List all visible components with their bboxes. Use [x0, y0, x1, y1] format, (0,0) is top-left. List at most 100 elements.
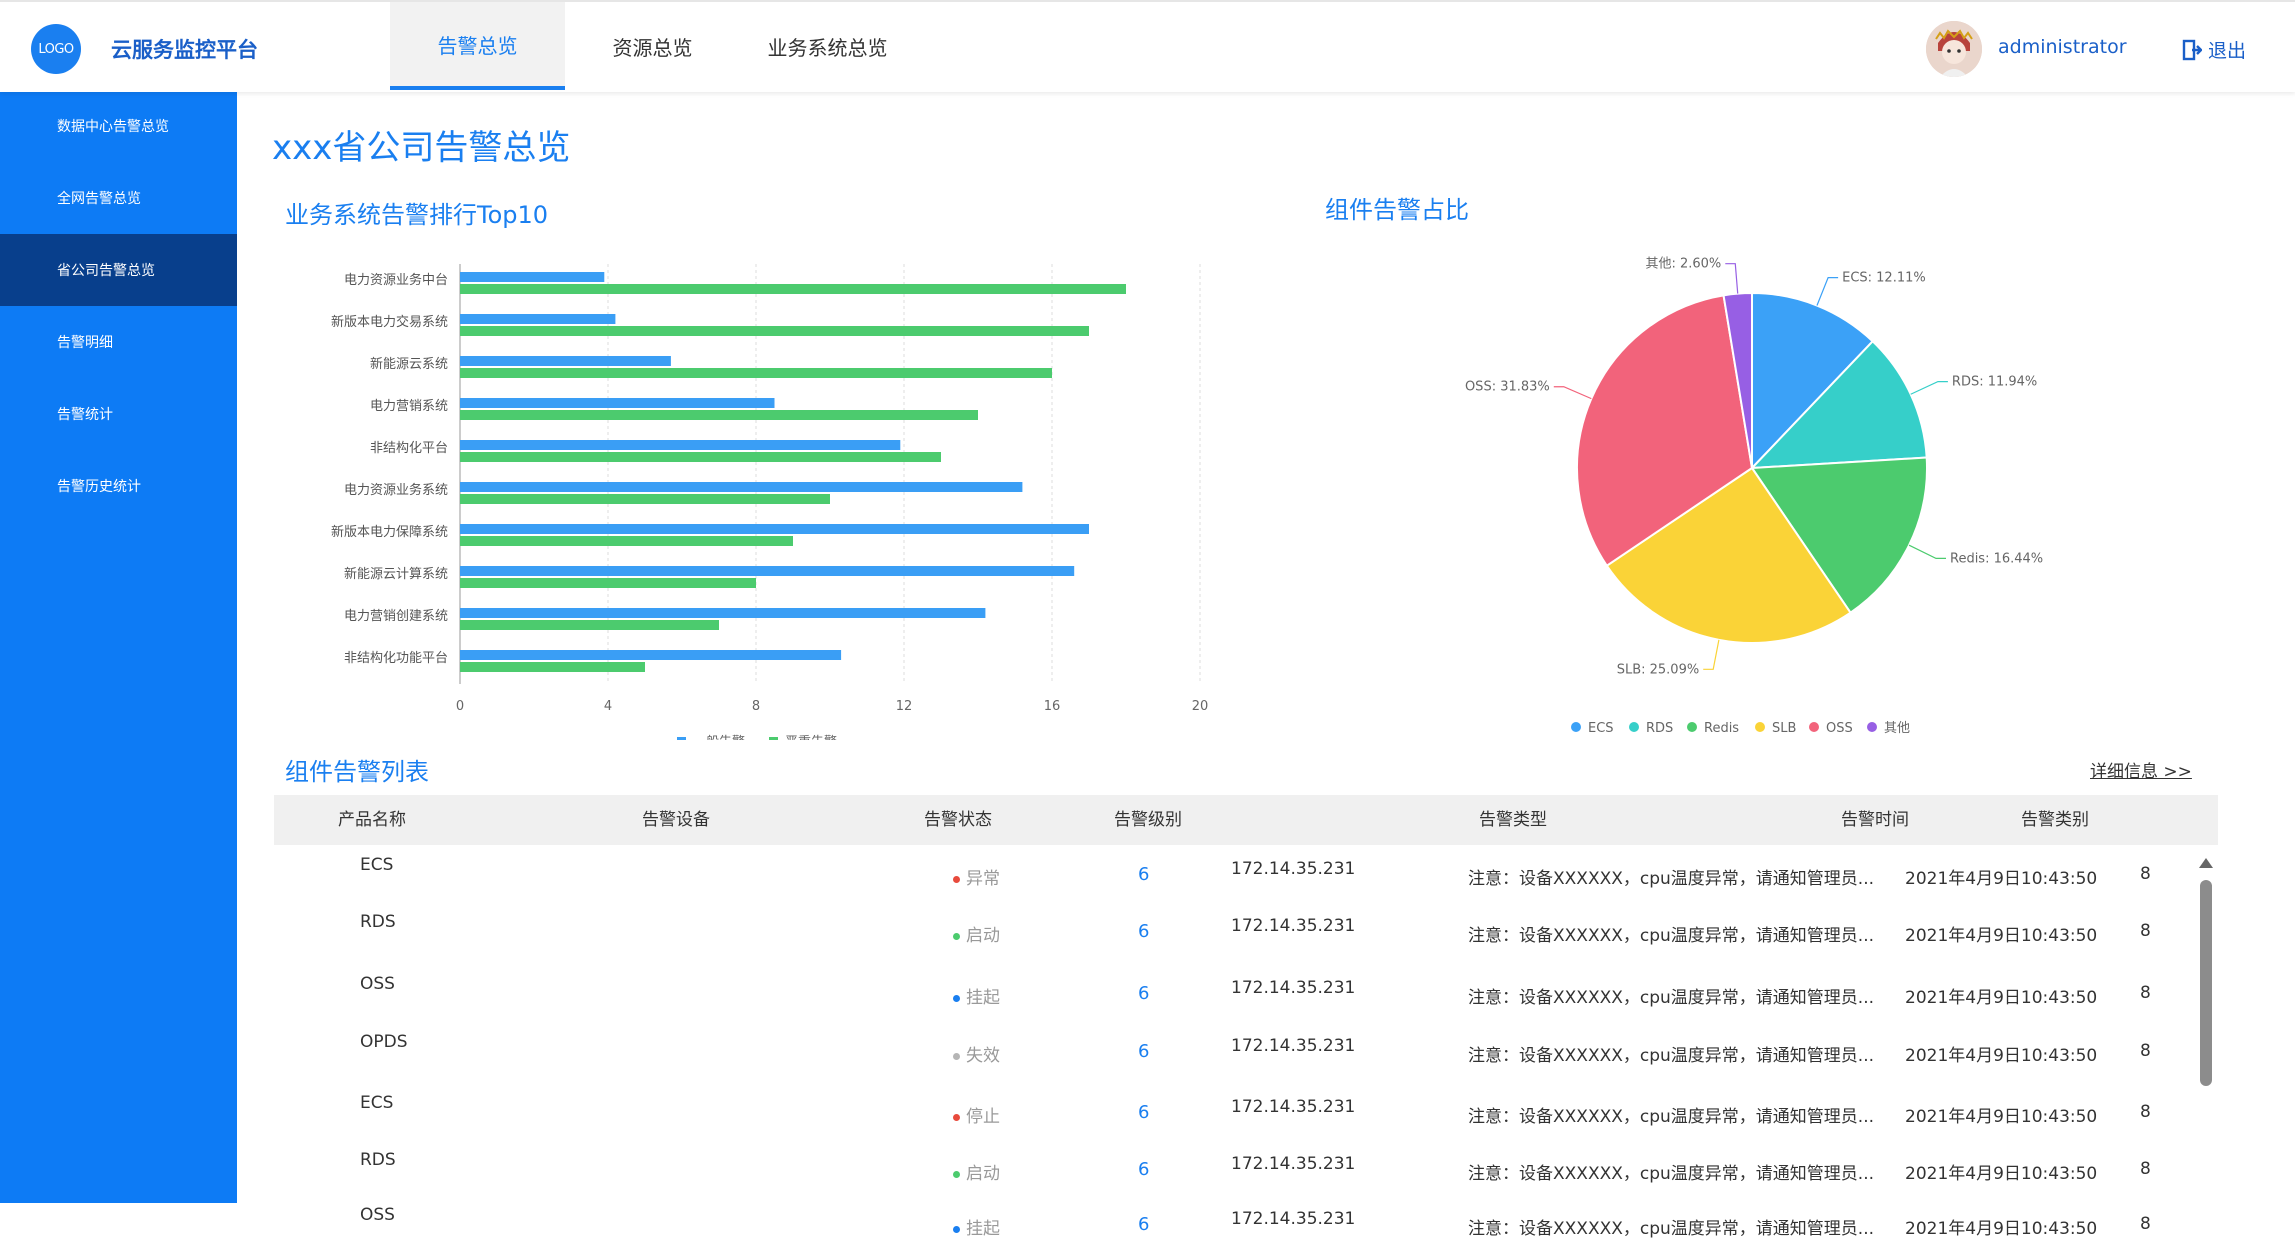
level-cell[interactable]: 6: [1138, 1159, 1149, 1180]
status-text: 启动: [966, 926, 1000, 946]
table-header: 产品名称 告警设备 告警状态 告警级别 告警类型 告警时间 告警类别: [274, 795, 2218, 845]
x-tick-label: 0: [456, 699, 464, 714]
tab-business-overview[interactable]: 业务系统总览: [740, 2, 915, 90]
category-label: 非结构化平台: [370, 441, 448, 456]
status-cell: 启动: [953, 921, 1000, 946]
sidebar-item-alarm-history[interactable]: 告警历史统计: [0, 450, 237, 522]
avatar[interactable]: [1926, 21, 1982, 77]
level-cell[interactable]: 6: [1138, 921, 1149, 942]
ip-cell: 172.14.35.231: [1231, 1097, 1356, 1117]
col-alarm-device[interactable]: 告警设备: [642, 795, 710, 845]
x-tick-label: 12: [896, 699, 913, 714]
alarm-list-title: 组件告警列表: [285, 758, 429, 786]
legend-label[interactable]: 严重告警: [785, 734, 837, 740]
legend-label[interactable]: Redis: [1704, 721, 1739, 736]
legend-label[interactable]: 一般告警: [693, 734, 745, 740]
x-tick-label: 4: [604, 699, 612, 714]
logout-label: 退出: [2208, 40, 2247, 62]
alarm-type-cell: 注意：设备XXXXXX，cpu温度异常，请通知管理员...: [1468, 926, 1874, 946]
legend-label[interactable]: 其他: [1884, 721, 1910, 736]
category-label: 电力营销创建系统: [344, 609, 448, 624]
sidebar-item-datacenter-alarms[interactable]: 数据中心告警总览: [0, 90, 237, 162]
col-alarm-category[interactable]: 告警类别: [2021, 795, 2089, 845]
bar-severe[interactable]: [460, 536, 793, 546]
col-alarm-level[interactable]: 告警级别: [1114, 795, 1182, 845]
bar-severe[interactable]: [460, 452, 941, 462]
alarm-type-cell: 注意：设备XXXXXX，cpu温度异常，请通知管理员...: [1468, 988, 1874, 1008]
alarm-time-cell: 2021年4月9日10:43:50: [1905, 869, 2098, 889]
bar-severe[interactable]: [460, 620, 719, 630]
legend-dot: [1571, 722, 1581, 732]
category-label: 新能源云系统: [370, 356, 448, 372]
legend-label[interactable]: RDS: [1646, 721, 1673, 736]
alarm-type-cell: 注意：设备XXXXXX，cpu温度异常，请通知管理员...: [1468, 1164, 1874, 1184]
sidebar-item-network-alarms[interactable]: 全网告警总览: [0, 162, 237, 234]
status-text: 挂起: [966, 1219, 1000, 1239]
bar-chart-title: 业务系统告警排行Top10: [285, 201, 549, 229]
legend-label[interactable]: ECS: [1588, 721, 1614, 736]
alarm-type-cell: 注意：设备XXXXXX，cpu温度异常，请通知管理员...: [1468, 1107, 1874, 1127]
bar-severe[interactable]: [460, 410, 978, 420]
level-cell[interactable]: 6: [1138, 864, 1149, 885]
category-label: 电力资源业务系统: [344, 482, 448, 498]
ip-cell: 172.14.35.231: [1231, 1036, 1356, 1056]
status-dot-icon: [953, 875, 960, 883]
col-product-name[interactable]: 产品名称: [338, 795, 406, 845]
x-tick-label: 20: [1192, 699, 1209, 714]
alarm-time-cell: 2021年4月9日10:43:50: [1905, 1107, 2098, 1127]
bar-general[interactable]: [460, 524, 1089, 534]
pie-label-line: [1910, 381, 1948, 395]
legend-label[interactable]: OSS: [1826, 721, 1853, 736]
bar-severe[interactable]: [460, 662, 645, 672]
bar-general[interactable]: [460, 482, 1023, 492]
bar-severe[interactable]: [460, 284, 1126, 294]
bar-general[interactable]: [460, 440, 901, 450]
sidebar: 数据中心告警总览 全网告警总览 省公司告警总览 告警明细 告警统计 告警历史统计: [0, 90, 237, 1203]
status-text: 停止: [966, 1107, 1000, 1127]
tab-resource-overview[interactable]: 资源总览: [565, 2, 740, 90]
bar-severe[interactable]: [460, 578, 756, 588]
logout-button[interactable]: 退出: [2182, 36, 2246, 63]
sidebar-item-alarm-details[interactable]: 告警明细: [0, 306, 237, 378]
alarm-type-cell: 注意：设备XXXXXX，cpu温度异常，请通知管理员...: [1468, 869, 1874, 889]
bar-general[interactable]: [460, 398, 775, 408]
bar-severe[interactable]: [460, 368, 1052, 378]
username[interactable]: administrator: [1998, 36, 2127, 58]
status-dot-icon: [953, 1170, 960, 1178]
col-alarm-status[interactable]: 告警状态: [924, 795, 992, 845]
col-alarm-type[interactable]: 告警类型: [1479, 795, 1547, 845]
table-scrollbar[interactable]: [2200, 880, 2212, 1086]
bar-severe[interactable]: [460, 326, 1089, 336]
bar-general[interactable]: [460, 650, 842, 660]
ip-cell: 172.14.35.231: [1231, 859, 1356, 879]
level-cell[interactable]: 6: [1138, 983, 1149, 1004]
ip-cell: 172.14.35.231: [1231, 916, 1356, 936]
bar-general[interactable]: [460, 608, 986, 618]
legend-label[interactable]: SLB: [1772, 721, 1796, 736]
app-name: 云服务监控平台: [111, 38, 258, 62]
bar-general[interactable]: [460, 566, 1075, 576]
status-cell: 挂起: [953, 1214, 1000, 1239]
tab-alarm-overview[interactable]: 告警总览: [390, 2, 565, 90]
bar-general[interactable]: [460, 356, 671, 366]
bar-severe[interactable]: [460, 494, 830, 504]
pie-label-line: [1908, 544, 1947, 559]
sidebar-item-province-alarms[interactable]: 省公司告警总览: [0, 234, 237, 306]
alarm-time-cell: 2021年4月9日10:43:50: [1905, 988, 2098, 1008]
pie-label-line: [1703, 639, 1720, 670]
bar-general[interactable]: [460, 314, 616, 324]
detail-info-link[interactable]: 详细信息 >>: [2090, 757, 2192, 782]
category-label: 非结构化功能平台: [344, 651, 448, 666]
level-cell[interactable]: 6: [1138, 1214, 1149, 1235]
bar-chart: 0 4 8 12 16 20 电力资源业务中台新版本电力交易系统新能源云系统电力营销系统非结…: [331, 264, 1209, 740]
level-cell[interactable]: 6: [1138, 1041, 1149, 1062]
legend-swatch: [677, 737, 686, 740]
status-dot-icon: [953, 1225, 960, 1233]
col-alarm-time[interactable]: 告警时间: [1841, 795, 1909, 845]
level-cell[interactable]: 6: [1138, 1102, 1149, 1123]
product-cell: OSS: [360, 974, 395, 994]
sidebar-item-alarm-statistics[interactable]: 告警统计: [0, 378, 237, 450]
scroll-up-arrow-icon[interactable]: [2199, 858, 2213, 868]
status-text: 异常: [966, 869, 1000, 889]
bar-general[interactable]: [460, 272, 605, 282]
